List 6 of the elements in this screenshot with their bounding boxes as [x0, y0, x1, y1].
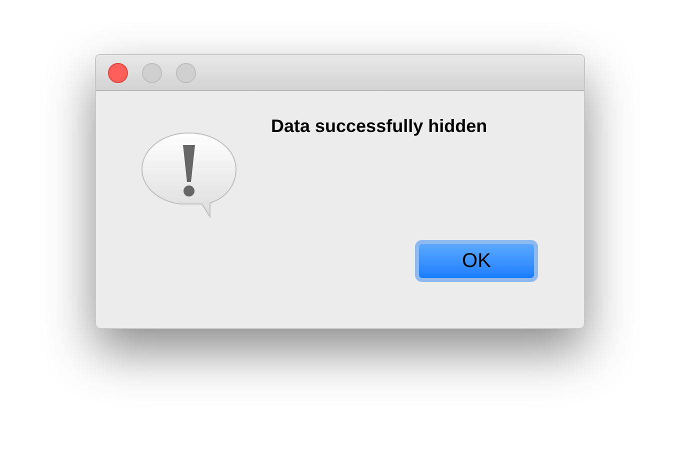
close-icon[interactable]: [108, 62, 128, 82]
message-text: Data successfully hidden: [271, 115, 488, 138]
minimize-icon[interactable]: [142, 62, 162, 82]
ok-button[interactable]: OK: [415, 240, 538, 282]
alert-icon: [140, 131, 238, 219]
zoom-icon[interactable]: [176, 62, 196, 82]
